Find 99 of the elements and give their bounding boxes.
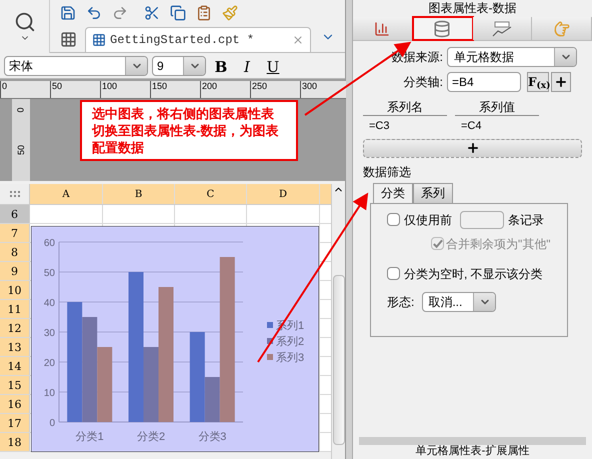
font-select[interactable]: 宋体	[4, 56, 148, 76]
column-header[interactable]: C	[175, 184, 247, 204]
ruler-label: 0	[16, 108, 26, 112]
close-icon[interactable]	[292, 34, 304, 46]
add-series-button[interactable]	[363, 138, 582, 158]
field-label: 形态:	[387, 294, 414, 310]
undo-icon[interactable]	[86, 5, 102, 21]
column-header[interactable]: D	[247, 184, 320, 204]
row-header[interactable]: 11	[0, 300, 30, 318]
field-label: 分类轴:	[402, 74, 443, 91]
select-all-corner[interactable]	[0, 184, 30, 204]
section-title: 数据筛选	[363, 164, 412, 180]
dropdown-button[interactable]	[125, 56, 147, 74]
panel-tab[interactable]	[412, 17, 472, 40]
dropdown-button[interactable]	[183, 56, 205, 74]
tab-label: GettingStarted.cpt *	[110, 32, 256, 49]
bar[interactable]	[190, 332, 205, 422]
row-header[interactable]: 10	[0, 281, 30, 299]
row-header[interactable]: 15	[0, 376, 30, 394]
y-axis-label: 30	[44, 328, 55, 339]
legend-label: 系列2	[276, 336, 304, 348]
ruler-label: 50	[16, 145, 26, 155]
save-icon[interactable]	[60, 5, 76, 21]
formula-button[interactable]: F$_{(x)}$	[527, 72, 549, 92]
copy-icon[interactable]	[170, 5, 186, 21]
x-axis-label: 分类3	[198, 431, 226, 443]
count-field[interactable]	[460, 210, 504, 228]
bar[interactable]	[220, 257, 235, 422]
ruler-label: 0	[0, 81, 50, 98]
y-axis-label: 0	[49, 418, 55, 429]
ruler-label: 150	[150, 81, 200, 98]
grid-dots-icon	[10, 191, 20, 197]
checkbox-label: 分类为空时, 不显示该分类	[404, 266, 543, 282]
filter-tab[interactable]: 分类	[373, 182, 413, 202]
ruler-label: 200	[200, 81, 250, 98]
source-select[interactable]: 单元格数据	[447, 47, 577, 67]
hand-icon	[554, 20, 570, 36]
add-button[interactable]	[551, 72, 571, 92]
checkbox[interactable]	[387, 213, 400, 226]
column-header: 系列值	[455, 99, 539, 116]
row-header[interactable]: 18	[0, 433, 30, 451]
table-cell-text: =C4	[461, 119, 482, 134]
x-axis-label: 分类2	[136, 431, 166, 443]
row-header[interactable]: 8	[0, 243, 30, 261]
sheet-icon	[92, 33, 106, 47]
cut-icon[interactable]	[144, 5, 160, 21]
y-axis-label: 60	[44, 238, 55, 249]
plus-icon	[554, 75, 568, 89]
ruler-label: 100	[100, 81, 150, 98]
checkbox-label: 仅使用前	[404, 212, 452, 228]
panel-title: 单元格属性表-扩展属性	[414, 445, 530, 459]
row-header[interactable]: 7	[0, 224, 30, 242]
redo-icon[interactable]	[112, 5, 128, 21]
style-button[interactable]: I	[236, 56, 258, 76]
panel-tab[interactable]	[532, 17, 592, 40]
row-header[interactable]: 9	[0, 262, 30, 280]
bar-chart-icon	[374, 20, 390, 36]
paste-icon[interactable]	[196, 5, 212, 21]
vertical-scrollbar[interactable]	[331, 184, 345, 459]
callout-box: 选中图表，将右侧的图表属性表切换至图表属性表-数据，为图表配置数据	[80, 100, 298, 161]
column-header: 系列名	[363, 99, 447, 116]
form-select[interactable]: 取消...	[422, 292, 496, 312]
file-tab[interactable]: GettingStarted.cpt *	[85, 27, 311, 52]
legend-label: 系列3	[276, 352, 304, 364]
style-button[interactable]: B	[210, 56, 232, 76]
column-header[interactable]: B	[103, 184, 175, 204]
checkbox-label: 条记录	[508, 212, 544, 228]
brush-icon[interactable]	[222, 5, 238, 21]
size-select[interactable]: 9	[152, 56, 206, 76]
filter-tab[interactable]: 系列	[413, 182, 453, 202]
panel-tab[interactable]	[472, 17, 532, 40]
y-axis-label: 10	[44, 388, 55, 399]
table-cell-text: =C3	[369, 119, 390, 134]
row-header[interactable]: 12	[0, 319, 30, 337]
y-axis-label: 20	[44, 358, 55, 369]
dropdown-button[interactable]	[473, 292, 496, 310]
row-header[interactable]: 17	[0, 414, 30, 432]
plus-icon	[466, 141, 480, 155]
dropdown-button[interactable]	[554, 48, 576, 66]
preview-icon	[14, 10, 36, 32]
checkbox[interactable]	[387, 267, 400, 280]
axis-field[interactable]: =B4	[447, 72, 521, 92]
bar[interactable]	[97, 347, 112, 422]
new-sheet-icon[interactable]	[60, 31, 77, 48]
panel-title: 图表属性表-数据	[428, 0, 518, 17]
ruler-label: 50	[50, 81, 100, 98]
row-header[interactable]: 14	[0, 357, 30, 375]
style-button[interactable]: U	[262, 56, 284, 76]
column-header[interactable]: A	[30, 184, 103, 204]
text-chart-icon	[492, 20, 512, 36]
row-header[interactable]: 13	[0, 338, 30, 356]
y-axis-label: 50	[44, 268, 55, 279]
x-axis-label: 分类1	[76, 431, 104, 443]
checkbox-label: 合并剩余项为"其他"	[446, 236, 551, 252]
row-header[interactable]: 16	[0, 395, 30, 413]
database-icon	[433, 20, 452, 38]
y-axis-label: 40	[44, 298, 55, 309]
row-header[interactable]: 6	[0, 205, 30, 223]
ruler-label: 250	[250, 81, 300, 98]
